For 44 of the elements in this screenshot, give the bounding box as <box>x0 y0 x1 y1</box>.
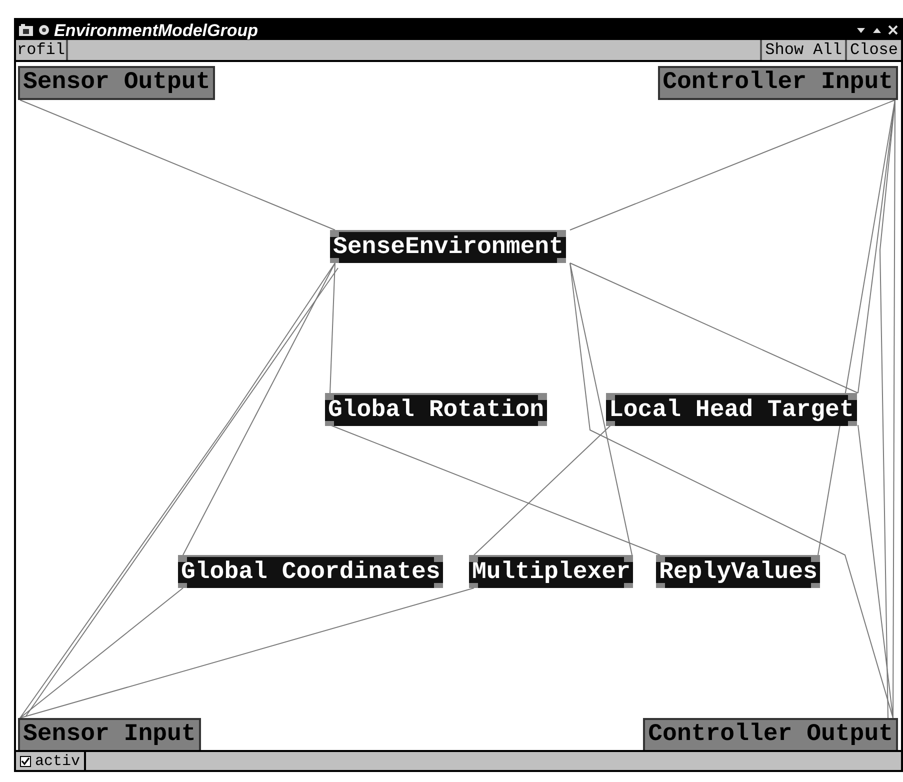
checkbox-label: activ <box>35 754 80 768</box>
node[interactable]: Controller Output <box>643 718 898 750</box>
port-icon <box>606 395 615 400</box>
port-icon <box>469 557 478 562</box>
port-icon <box>624 557 634 562</box>
port-icon <box>325 421 334 426</box>
port-icon <box>557 258 566 263</box>
node[interactable]: Sensor Input <box>18 718 201 750</box>
port-icon <box>178 583 187 588</box>
node[interactable]: Global Rotation <box>325 393 548 426</box>
port-icon <box>848 421 857 426</box>
port-icon <box>325 395 334 400</box>
node[interactable]: Local Head Target <box>606 393 857 426</box>
port-icon <box>538 395 548 400</box>
port-icon <box>469 583 478 588</box>
node[interactable]: Multiplexer <box>469 555 634 588</box>
port-icon <box>656 557 665 562</box>
toolbar-button[interactable]: Show All <box>760 40 845 60</box>
port-icon <box>656 583 665 588</box>
port-icon <box>434 583 444 588</box>
port-icon <box>330 232 339 237</box>
port-icon <box>811 557 820 562</box>
profile-button[interactable]: rofil <box>16 40 68 60</box>
node[interactable]: Controller Input <box>658 66 898 100</box>
port-icon <box>606 421 615 426</box>
node[interactable]: SenseEnvironment <box>330 230 566 263</box>
port-icon <box>330 258 339 263</box>
port-icon <box>811 583 820 588</box>
port-icon <box>178 557 187 562</box>
minimize-icon[interactable] <box>855 25 867 35</box>
node[interactable]: ReplyValues <box>656 555 820 588</box>
port-icon <box>557 232 566 237</box>
port-icon <box>434 557 444 562</box>
window-icon <box>18 23 34 37</box>
node[interactable]: Sensor Output <box>18 66 216 100</box>
close-icon[interactable] <box>887 24 899 36</box>
port-icon <box>624 583 634 588</box>
circle-icon <box>38 24 50 36</box>
port-icon <box>848 395 857 400</box>
checkbox[interactable] <box>20 756 31 766</box>
node[interactable]: Global Coordinates <box>178 555 444 588</box>
port-icon <box>538 421 548 426</box>
toolbar-button[interactable]: Close <box>844 40 901 60</box>
window-title: EnvironmentModelGroup <box>54 22 258 38</box>
